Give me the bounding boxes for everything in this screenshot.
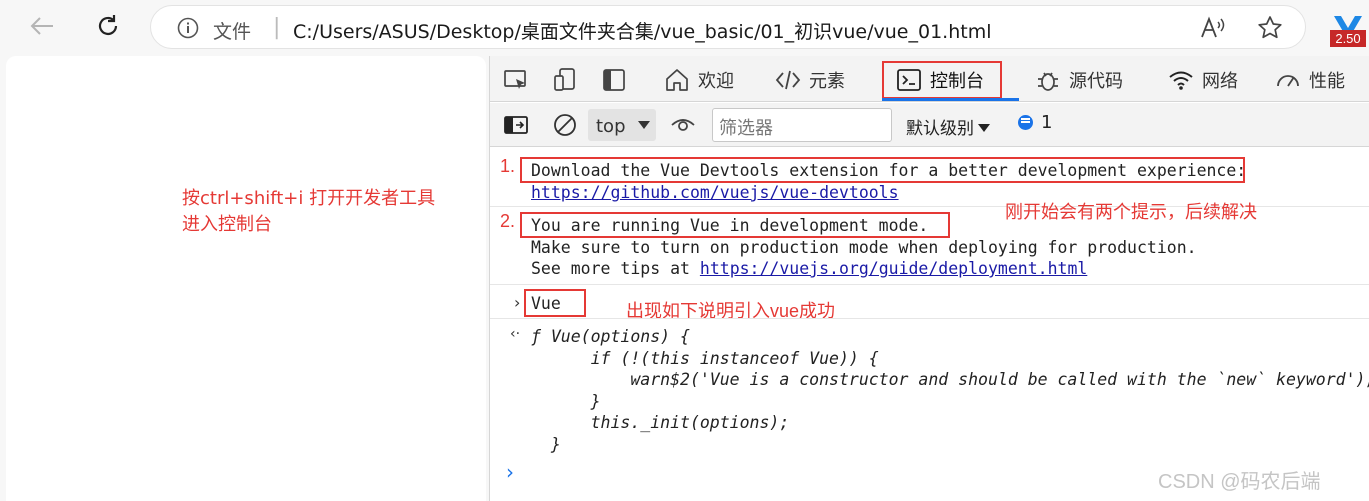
- console-icon: [896, 67, 922, 93]
- caret-down-icon: [978, 124, 990, 132]
- tab-label: 控制台: [930, 71, 984, 92]
- console-output-line: if (!(this instanceof Vue)) {: [531, 349, 879, 368]
- clear-console-icon[interactable]: [552, 112, 578, 138]
- favorite-star-icon[interactable]: [1257, 15, 1283, 41]
- tab-label: 源代码: [1069, 71, 1123, 92]
- tab-performance[interactable]: 性能: [1275, 64, 1345, 96]
- console-toolbar: top 筛选器 默认级别 1: [490, 103, 1369, 147]
- console-output-line: }: [531, 392, 601, 411]
- device-emulation-icon[interactable]: [552, 66, 580, 94]
- log-level-label: 默认级别: [906, 119, 974, 139]
- bug-icon: [1035, 67, 1061, 93]
- inspect-element-icon[interactable]: [502, 66, 530, 94]
- sidebar-toggle-icon[interactable]: [503, 112, 529, 138]
- refresh-icon: [98, 15, 118, 35]
- annotation-line: 进入控制台: [182, 214, 272, 235]
- annotation-number-2: 2.: [500, 211, 516, 231]
- annotation-success: 出现如下说明引入vue成功: [626, 301, 836, 321]
- live-expression-eye-icon[interactable]: [670, 112, 696, 138]
- console-separator: [490, 318, 1369, 319]
- code-tag-icon: [775, 67, 801, 93]
- message-bubble-icon: [1018, 115, 1033, 130]
- filter-input[interactable]: 筛选器: [712, 108, 892, 142]
- tab-label: 元素: [809, 71, 845, 92]
- console-output-line[interactable]: ƒ Vue(options) {: [531, 327, 690, 346]
- gauge-icon: [1275, 67, 1301, 93]
- tab-label: 欢迎: [698, 71, 734, 92]
- console-input-entry: Vue: [531, 294, 561, 313]
- chevron-right-icon: ›: [514, 293, 521, 312]
- console-output-line: }: [531, 435, 561, 454]
- devtools-tab-bar: 欢迎 元素 控制台 源代码 网络 性能: [490, 56, 1369, 102]
- extension-badge: 2.50: [1330, 30, 1366, 47]
- message-count: 1: [1041, 112, 1053, 133]
- dock-panel-icon[interactable]: [600, 66, 628, 94]
- home-icon: [664, 67, 690, 93]
- tab-console[interactable]: 控制台: [896, 64, 984, 96]
- active-tab-indicator: [882, 98, 1019, 101]
- address-bar[interactable]: 文件 | C:/Users/ASUS/Desktop/桌面文件夹合集/vue_b…: [150, 5, 1306, 49]
- tab-elements[interactable]: 元素: [775, 64, 845, 96]
- console-message-devtools: Download the Vue Devtools extension for …: [531, 161, 1247, 180]
- devtools-link[interactable]: https://github.com/vuejs/vue-devtools: [531, 183, 899, 202]
- console-output-line: warn$2('Vue is a constructor and should …: [531, 370, 1369, 389]
- wifi-icon: [1168, 67, 1194, 93]
- address-scheme-label: 文件: [213, 21, 252, 43]
- console-message-line: See more tips at https://vuejs.org/guide…: [531, 259, 1087, 278]
- console-prompt-icon[interactable]: ›: [506, 460, 514, 484]
- console-message-line: Make sure to turn on production mode whe…: [531, 238, 1197, 257]
- back-button[interactable]: [24, 8, 60, 44]
- log-level-dropdown[interactable]: 默认级别: [906, 114, 990, 139]
- page-viewport: [6, 56, 486, 501]
- deployment-link[interactable]: https://vuejs.org/guide/deployment.html: [700, 259, 1087, 278]
- back-arrow-icon: [30, 17, 53, 35]
- address-divider: |: [273, 15, 281, 40]
- console-separator: [490, 284, 1369, 285]
- tab-welcome[interactable]: 欢迎: [664, 64, 734, 96]
- annotation-number-1: 1.: [500, 156, 516, 176]
- read-aloud-icon[interactable]: [1199, 16, 1225, 40]
- context-value: top: [596, 116, 626, 137]
- return-arrow-icon: ‹·: [510, 326, 521, 342]
- console-message-devmode: You are running Vue in development mode.: [531, 216, 929, 235]
- message-count-badge[interactable]: 1: [1018, 112, 1052, 133]
- annotation-line: 按ctrl+shift+i 打开开发者工具: [182, 188, 436, 209]
- caret-down-icon: [638, 121, 650, 129]
- annotation-hints: 刚开始会有两个提示，后续解决: [1005, 202, 1257, 222]
- address-url[interactable]: C:/Users/ASUS/Desktop/桌面文件夹合集/vue_basic/…: [293, 17, 992, 44]
- watermark: CSDN @码农后端: [1158, 471, 1321, 493]
- annotation-open-devtools: 按ctrl+shift+i 打开开发者工具 进入控制台: [182, 186, 435, 238]
- console-output: 1. Download the Vue Devtools extension f…: [490, 148, 1369, 501]
- tips-prefix: See more tips at: [531, 259, 700, 278]
- console-output-line: this._init(options);: [531, 413, 790, 432]
- devtools-panel: 欢迎 元素 控制台 源代码 网络 性能 top 筛选器 默认级别 1 1. Do…: [489, 56, 1369, 501]
- browser-toolbar: 文件 | C:/Users/ASUS/Desktop/桌面文件夹合集/vue_b…: [0, 0, 1369, 56]
- tab-sources[interactable]: 源代码: [1035, 64, 1123, 96]
- info-icon[interactable]: [177, 17, 199, 39]
- tab-label: 网络: [1202, 71, 1238, 92]
- tab-network[interactable]: 网络: [1168, 64, 1238, 96]
- context-selector[interactable]: top: [588, 109, 656, 141]
- tab-label: 性能: [1309, 71, 1345, 92]
- refresh-button[interactable]: [90, 8, 126, 44]
